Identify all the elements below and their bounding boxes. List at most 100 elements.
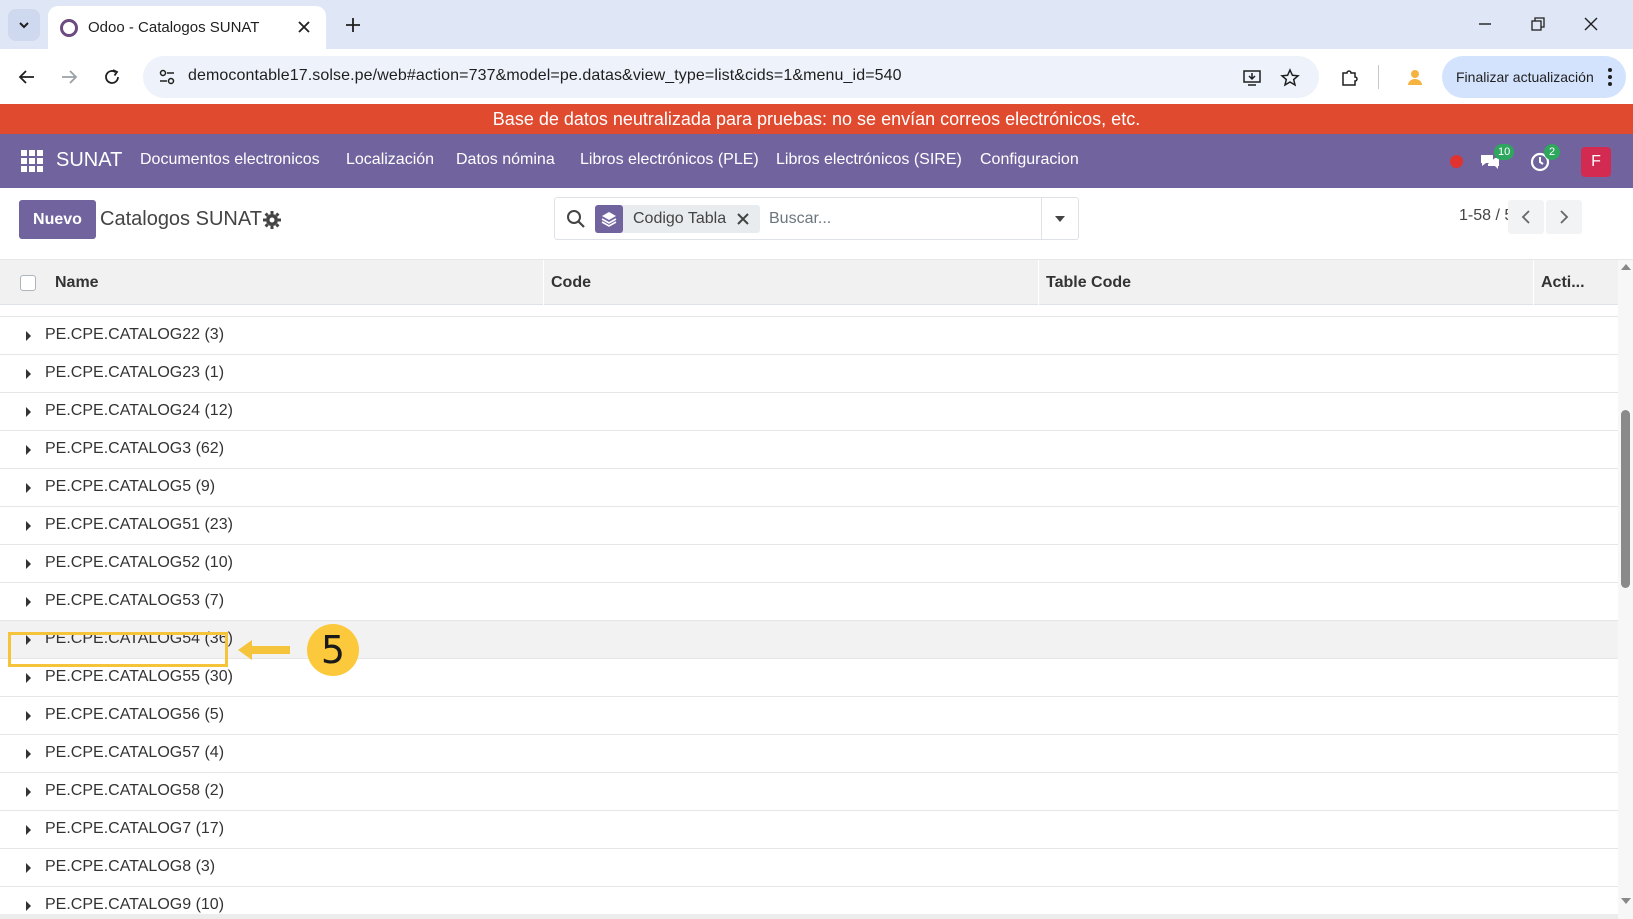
- group-row[interactable]: PE.CPE.CATALOG22 (3): [0, 317, 1618, 355]
- reload-icon: [105, 69, 119, 84]
- group-row[interactable]: PE.CPE.CATALOG3 (62): [0, 431, 1618, 469]
- back-button[interactable]: [11, 61, 43, 93]
- column-header-table-code[interactable]: Table Code: [1038, 260, 1533, 305]
- gear-icon[interactable]: [262, 210, 282, 230]
- caret-right-icon: [26, 863, 31, 873]
- step-number-badge: 5: [307, 624, 359, 676]
- messages-badge: 10: [1494, 144, 1515, 160]
- group-row-label: PE.CPE.CATALOG55 (30): [45, 668, 233, 685]
- chevron-down-icon: [19, 22, 29, 29]
- menu-configuracion[interactable]: Configuracion: [980, 151, 1079, 169]
- puzzle-icon: [1342, 70, 1358, 86]
- site-info-button[interactable]: [153, 64, 181, 90]
- chevron-right-icon: [1560, 210, 1569, 224]
- caret-right-icon: [26, 787, 31, 797]
- facet-label: Codigo Tabla: [633, 210, 727, 227]
- reload-button[interactable]: [96, 61, 128, 93]
- pager-next-button[interactable]: [1546, 200, 1582, 234]
- forward-button[interactable]: [53, 61, 85, 93]
- close-window-button[interactable]: [1568, 8, 1614, 40]
- new-tab-button[interactable]: [338, 10, 368, 40]
- group-row[interactable]: PE.CPE.CATALOG55 (30): [0, 659, 1618, 697]
- caret-right-icon: [26, 597, 31, 607]
- update-browser-button[interactable]: Finalizar actualización: [1442, 56, 1626, 98]
- plus-icon: [346, 18, 360, 32]
- new-button[interactable]: Nuevo: [19, 200, 96, 239]
- caret-right-icon: [26, 673, 31, 683]
- group-row-label: PE.CPE.CATALOG23 (1): [45, 364, 225, 381]
- group-row-label: PE.CPE.CATALOG22 (3): [45, 326, 225, 343]
- search-bar[interactable]: Codigo Tabla: [554, 197, 1079, 240]
- group-row-label: PE.CPE.CATALOG51 (23): [45, 516, 233, 533]
- group-row[interactable]: PE.CPE.CATALOG24 (12): [0, 393, 1618, 431]
- search-input[interactable]: [769, 206, 1029, 232]
- group-row[interactable]: PE.CPE.CATALOG5 (9): [0, 469, 1618, 507]
- restore-button[interactable]: [1515, 8, 1561, 40]
- group-row[interactable]: PE.CPE.CATALOG57 (4): [0, 735, 1618, 773]
- list-view: PE.CPE.CATALOG21 (6)PE.CPE.CATALOG22 (3)…: [0, 260, 1633, 919]
- group-row-label: PE.CPE.CATALOG9 (10): [45, 896, 225, 913]
- group-row[interactable]: PE.CPE.CATALOG52 (10): [0, 545, 1618, 583]
- menu-libros-sire[interactable]: Libros electrónicos (SIRE): [776, 151, 962, 169]
- group-row[interactable]: PE.CPE.CATALOG7 (17): [0, 811, 1618, 849]
- apps-menu-icon[interactable]: [21, 150, 43, 172]
- page-title: Catalogos SUNAT: [100, 208, 262, 230]
- browser-tab-active[interactable]: Odoo - Catalogos SUNAT: [48, 6, 326, 49]
- group-row[interactable]: PE.CPE.CATALOG53 (7): [0, 583, 1618, 621]
- menu-documentos-electronicos[interactable]: Documentos electronicos: [140, 151, 320, 169]
- scrollbar-thumb[interactable]: [1621, 410, 1630, 588]
- browser-tab-strip: Odoo - Catalogos SUNAT: [0, 0, 1633, 49]
- app-brand[interactable]: SUNAT: [56, 149, 122, 172]
- group-row[interactable]: PE.CPE.CATALOG51 (23): [0, 507, 1618, 545]
- arrow-right-icon: [62, 70, 78, 84]
- caret-right-icon: [26, 483, 31, 493]
- group-row-label: PE.CPE.CATALOG24 (12): [45, 402, 233, 419]
- group-row-label: PE.CPE.CATALOG8 (3): [45, 858, 216, 875]
- scroll-down-arrow[interactable]: [1621, 898, 1631, 904]
- tab-close-button[interactable]: [294, 17, 314, 37]
- group-row[interactable]: PE.CPE.CATALOG56 (5): [0, 697, 1618, 735]
- pager-previous-button[interactable]: [1508, 200, 1544, 234]
- horizontal-scrollbar[interactable]: [0, 914, 1618, 919]
- tune-icon: [159, 69, 175, 85]
- layers-icon: [595, 205, 623, 233]
- extensions-button[interactable]: [1336, 63, 1364, 91]
- search-icon: [567, 210, 585, 228]
- menu-datos-nomina[interactable]: Datos nómina: [456, 151, 555, 169]
- vertical-scrollbar[interactable]: [1618, 260, 1633, 919]
- address-bar[interactable]: democontable17.solse.pe/web#action=737&m…: [143, 56, 1319, 98]
- install-app-button[interactable]: [1239, 65, 1265, 91]
- search-options-toggle[interactable]: [1041, 198, 1078, 239]
- menu-localizacion[interactable]: Localización: [346, 151, 434, 169]
- facet-remove-button[interactable]: [734, 210, 752, 228]
- caret-right-icon: [26, 749, 31, 759]
- control-panel: Nuevo Catalogos SUNAT Codigo Tabla 1-58 …: [0, 188, 1633, 260]
- group-row[interactable]: PE.CPE.CATALOG58 (2): [0, 773, 1618, 811]
- install-icon: [1243, 70, 1261, 86]
- column-header-active[interactable]: Acti...: [1533, 260, 1618, 305]
- tab-search-button[interactable]: [8, 9, 40, 41]
- minimize-button[interactable]: [1462, 8, 1508, 40]
- banner-text: Base de datos neutralizada para pruebas:…: [492, 108, 1141, 129]
- column-header-code[interactable]: Code: [543, 260, 1038, 305]
- caret-right-icon: [26, 331, 31, 341]
- menu-libros-ple[interactable]: Libros electrónicos (PLE): [580, 151, 759, 169]
- user-avatar[interactable]: F: [1581, 147, 1611, 177]
- close-icon: [737, 213, 749, 225]
- close-icon: [1584, 17, 1598, 31]
- caret-right-icon: [26, 825, 31, 835]
- more-menu-icon[interactable]: [1608, 68, 1612, 86]
- group-row-label: PE.CPE.CATALOG52 (10): [45, 554, 233, 571]
- minimize-icon: [1479, 23, 1491, 25]
- caret-right-icon: [26, 407, 31, 417]
- group-row[interactable]: PE.CPE.CATALOG23 (1): [0, 355, 1618, 393]
- status-indicator: [1450, 155, 1463, 168]
- bookmark-button[interactable]: [1277, 65, 1303, 91]
- group-row-label: PE.CPE.CATALOG7 (17): [45, 820, 225, 837]
- select-all-checkbox[interactable]: [20, 275, 36, 291]
- profile-button[interactable]: [1401, 63, 1429, 91]
- scroll-up-arrow[interactable]: [1621, 264, 1631, 270]
- group-row[interactable]: PE.CPE.CATALOG8 (3): [0, 849, 1618, 887]
- column-header-name[interactable]: Name: [48, 260, 543, 305]
- caret-right-icon: [26, 445, 31, 455]
